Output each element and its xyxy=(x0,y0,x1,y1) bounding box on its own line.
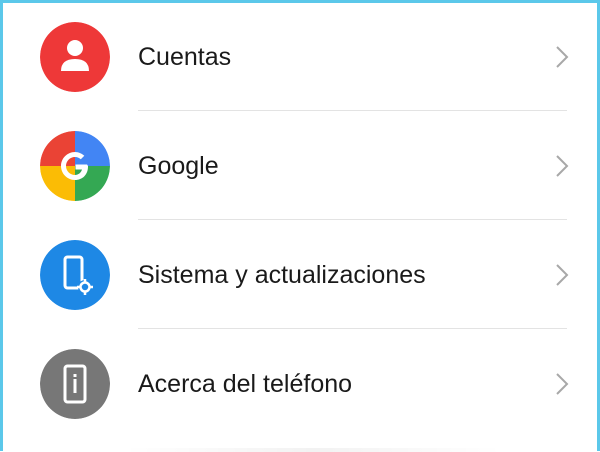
settings-item-label: Sistema y actualizaciones xyxy=(138,261,426,289)
chevron-right-icon xyxy=(553,41,573,73)
divider xyxy=(138,110,567,111)
settings-item-label: Google xyxy=(138,152,219,180)
settings-item-cuentas[interactable]: Cuentas xyxy=(3,3,600,111)
divider xyxy=(138,328,567,329)
phone-info-icon xyxy=(40,349,110,419)
settings-item-acerca[interactable]: Acerca del teléfono xyxy=(3,330,600,438)
settings-item-sistema[interactable]: Sistema y actualizaciones xyxy=(3,221,600,329)
settings-item-label: Cuentas xyxy=(138,43,232,71)
google-icon xyxy=(40,131,110,201)
bottom-fade xyxy=(123,448,503,452)
settings-item-label: Acerca del teléfono xyxy=(138,370,353,398)
user-icon xyxy=(40,22,110,92)
chevron-right-icon xyxy=(553,259,573,291)
chevron-right-icon xyxy=(553,150,573,182)
screenshot-frame: Cuentas Google Sistema y actualizaciones… xyxy=(0,0,600,452)
settings-item-google[interactable]: Google xyxy=(3,112,600,220)
chevron-right-icon xyxy=(553,368,573,400)
phone-settings-icon xyxy=(40,240,110,310)
divider xyxy=(138,219,567,220)
